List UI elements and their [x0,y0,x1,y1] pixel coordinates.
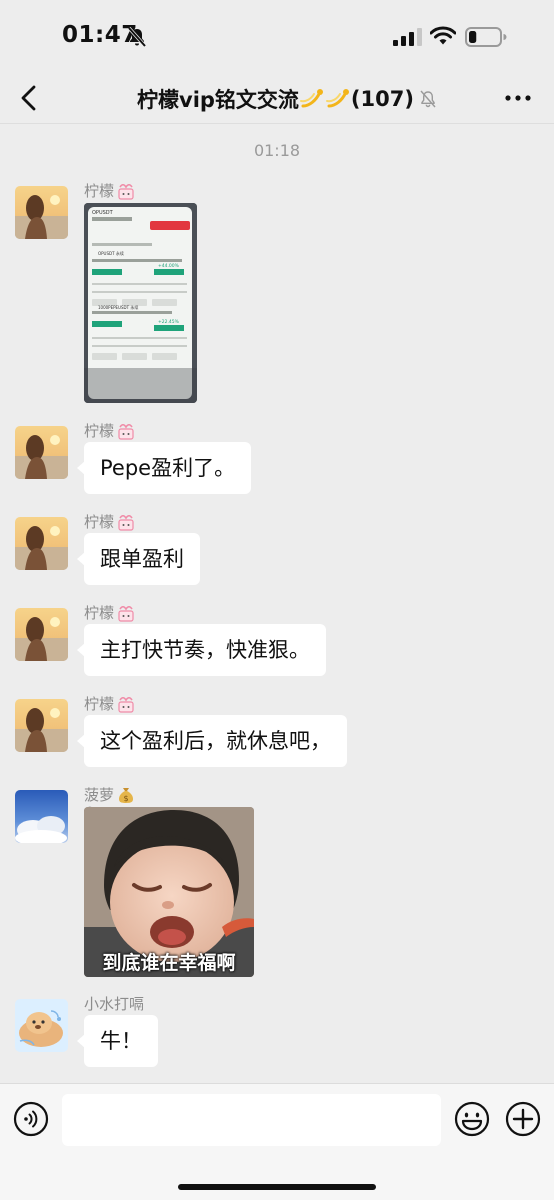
sender-label: 柠檬 [84,422,115,440]
bell-off-icon [127,26,147,48]
chat-title[interactable]: 柠檬vip铭文交流 (107) [137,84,438,114]
image-text: +22.45% [158,319,180,325]
emoji-icon[interactable] [454,1101,490,1137]
sender-name: 柠檬 [84,602,136,623]
wifi-icon [430,26,456,45]
sender-name: 柠檬 [84,180,136,201]
image-text: 1000PEPEUSDT 永续 [98,304,138,310]
gift-badge-icon [118,514,134,531]
sender-label: 柠檬 [84,182,115,200]
trading-screenshot-image[interactable]: OPUSDT OPUSDT 永续 +44.00% 1000PEPEUSDT 永续… [84,203,197,403]
chat-input-bar [0,1083,554,1200]
svg-text:$: $ [123,794,128,803]
sender-label: 菠萝 [84,786,115,804]
cellular-signal-icon [393,28,422,46]
avatar[interactable] [15,426,68,479]
sparkle-icon [325,89,349,108]
image-text: OPUSDT [92,210,114,216]
back-chevron-icon[interactable] [14,80,46,116]
message-bubble[interactable]: 跟单盈利 [77,533,200,585]
sticker-caption: 到底谁在幸福啊 [102,952,236,974]
mute-bell-icon [420,90,436,108]
sender-label: 柠檬 [84,695,115,713]
sparkle-icon [299,89,323,108]
sender-name: 柠檬 [84,511,136,532]
crying-baby-sticker[interactable]: 到底谁在幸福啊 [84,807,254,977]
sender-name: 柠檬 [84,420,136,441]
avatar[interactable] [15,608,68,661]
message-input[interactable] [62,1094,441,1146]
avatar[interactable] [15,699,68,752]
message-bubble[interactable]: Pepe盈利了。 [76,442,252,494]
avatar[interactable] [15,790,68,843]
plus-icon[interactable] [505,1101,541,1137]
battery-icon [465,27,507,47]
message-bubble[interactable]: 主打快节奏，快准狠。 [77,624,326,676]
avatar[interactable] [15,517,68,570]
message-bubble[interactable]: 这个盈利后，就休息吧， [77,715,347,767]
sender-label: 柠檬 [84,604,115,622]
gift-badge-icon [118,423,134,440]
sender-name: 小水打嗝 [84,993,144,1014]
message-bubble[interactable]: 牛！ [77,1015,158,1067]
voice-icon[interactable] [13,1101,49,1137]
gift-badge-icon [118,605,134,622]
gift-badge-icon [118,183,134,200]
member-count: (107) [350,87,414,111]
gift-badge-icon [118,696,134,713]
chat-timestamp: 01:18 [253,141,301,160]
sender-label: 柠檬 [84,513,115,531]
money-bag-icon: $ [119,787,134,803]
image-text: OPUSDT 永续 [98,250,124,256]
avatar[interactable] [15,186,68,239]
chat-header: 柠檬vip铭文交流 (107) [0,72,554,124]
image-text: +44.00% [158,263,180,269]
sender-label: 小水打嗝 [84,995,145,1013]
home-indicator[interactable] [178,1184,376,1190]
sender-name: 柠檬 [84,693,136,714]
image-text: 214.47 [92,323,108,329]
more-icon[interactable] [503,86,533,110]
group-name: 柠檬vip铭文交流 [137,88,299,112]
status-bar: 01:47 [0,0,554,72]
sender-name: 菠萝 $ [84,784,136,805]
avatar[interactable] [15,999,68,1052]
